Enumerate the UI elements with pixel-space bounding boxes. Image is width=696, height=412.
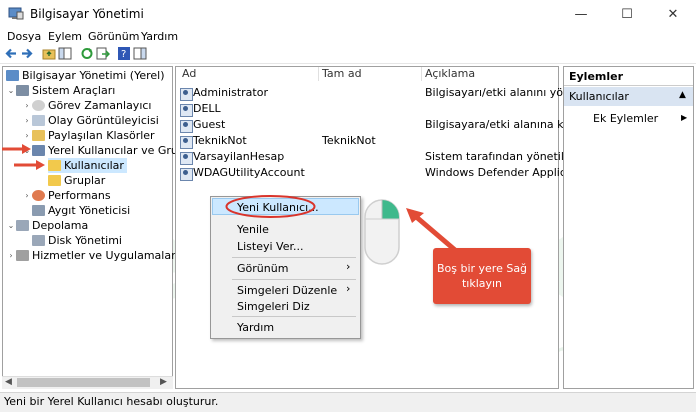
submenu-arrow-icon[interactable]: ▶	[681, 113, 687, 122]
menu-bar: Dosya Eylem Görünüm Yardım	[0, 28, 696, 46]
up-folder-icon[interactable]	[42, 47, 56, 60]
expander-icon[interactable]: ›	[22, 98, 32, 113]
context-item-simgeleri-diz[interactable]: Simgeleri Diz	[237, 300, 310, 313]
context-separator	[232, 316, 356, 317]
tree-item-gorev-zamanlayici[interactable]: › Görev Zamanlayıcı	[22, 98, 151, 113]
expander-icon[interactable]: ⌄	[6, 83, 16, 98]
tree-item-gruplar[interactable]: Gruplar	[48, 173, 105, 188]
highlight-ellipse	[225, 195, 316, 218]
user-icon	[180, 151, 193, 165]
device-manager-icon	[32, 205, 45, 216]
row-full-name: TeknikNot	[322, 134, 376, 147]
table-row[interactable]: Administrator	[180, 85, 268, 101]
tree-item-aygit-yoneticisi[interactable]: Aygıt Yöneticisi	[32, 203, 130, 218]
scrollbar-thumb[interactable]	[17, 378, 150, 387]
table-row[interactable]: WDAGUtilityAccount	[180, 165, 305, 181]
table-row[interactable]: TeknikNot	[180, 133, 247, 149]
storage-icon	[16, 220, 29, 231]
context-item-simgeleri-duzenle[interactable]: Simgeleri Düzenle	[237, 284, 337, 297]
collapse-chevron-icon[interactable]: ▲	[679, 90, 686, 100]
tree-item-hizmetler[interactable]: › Hizmetler ve Uygulamalar	[6, 248, 175, 263]
mouse-right-click-icon	[364, 199, 400, 265]
row-description: Bilgisayara/etki alanına ko...	[425, 118, 581, 131]
user-icon	[180, 119, 193, 133]
tree-item-olay-goruntuleyicisi[interactable]: › Olay Görüntüleyicisi	[22, 113, 158, 128]
actions-section-users[interactable]: Kullanıcılar	[564, 87, 693, 106]
submenu-arrow-icon: ›	[346, 260, 351, 273]
table-row[interactable]: DELL	[180, 101, 221, 117]
column-divider[interactable]	[421, 67, 422, 81]
user-icon	[180, 87, 193, 101]
user-icon	[180, 103, 193, 117]
maximize-button[interactable]: ☐	[604, 0, 650, 28]
expander-icon[interactable]: ›	[6, 248, 16, 263]
services-icon	[16, 250, 29, 261]
column-divider[interactable]	[318, 67, 319, 81]
help-icon[interactable]: ?	[117, 47, 131, 60]
expander-icon[interactable]: ›	[22, 113, 32, 128]
tools-icon	[16, 85, 29, 96]
submenu-arrow-icon: ›	[346, 282, 351, 295]
table-row[interactable]: Guest	[180, 117, 225, 133]
close-button[interactable]: ✕	[650, 0, 696, 28]
show-hide-tree-icon[interactable]	[58, 47, 72, 60]
actions-header: Eylemler	[564, 67, 693, 86]
context-item-yardim[interactable]: Yardım	[237, 321, 274, 334]
instruction-callout: Boş bir yere Sağ tıklayın	[433, 248, 531, 304]
forward-arrow-icon[interactable]	[20, 47, 34, 60]
clock-icon	[32, 100, 45, 111]
scroll-right-icon[interactable]: ▶	[160, 377, 167, 387]
disk-icon	[32, 235, 45, 246]
properties-pane-icon[interactable]	[133, 47, 147, 60]
row-description: Bilgisayarı/etki alanını yön...	[425, 86, 581, 99]
row-description: Windows Defender Applic...	[425, 166, 577, 179]
context-item-yenile[interactable]: Yenile	[237, 223, 269, 236]
status-text: Yeni bir Yerel Kullanıcı hesabı oluşturu…	[4, 395, 219, 408]
column-header-full-name[interactable]: Tam ad	[322, 67, 362, 80]
tree-item-disk-yonetimi[interactable]: Disk Yönetimi	[32, 233, 122, 248]
back-arrow-icon[interactable]	[4, 47, 18, 60]
tree-item-depolama[interactable]: ⌄ Depolama	[6, 218, 89, 233]
performance-icon	[32, 190, 45, 201]
export-list-icon[interactable]	[96, 47, 111, 60]
annotation-arrows	[2, 144, 45, 170]
minimize-button[interactable]: —	[558, 0, 604, 28]
expander-icon[interactable]: ⌄	[6, 218, 16, 233]
refresh-icon[interactable]	[80, 47, 94, 60]
menu-eylem[interactable]: Eylem	[48, 30, 82, 43]
window-title: Bilgisayar Yönetimi	[30, 7, 144, 21]
menu-gorunum[interactable]: Görünüm	[88, 30, 139, 43]
menu-dosya[interactable]: Dosya	[7, 30, 41, 43]
table-row[interactable]: VarsayilanHesap	[180, 149, 284, 165]
svg-text:?: ?	[121, 49, 126, 60]
context-separator	[232, 257, 356, 258]
toolbar: ?	[0, 45, 696, 64]
callout-line-2: tıklayın	[461, 277, 503, 290]
menu-yardim[interactable]: Yardım	[141, 30, 178, 43]
computer-icon	[6, 70, 19, 81]
user-icon	[180, 167, 193, 181]
event-viewer-icon	[32, 115, 45, 126]
scroll-left-icon[interactable]: ◀	[5, 377, 12, 387]
computer-management-icon	[8, 7, 24, 21]
context-item-gorunum[interactable]: Görünüm	[237, 262, 288, 275]
tree-item-sistem-araclari[interactable]: ⌄ Sistem Araçları	[6, 83, 116, 98]
column-header-description[interactable]: Açıklama	[425, 67, 475, 80]
expander-icon[interactable]: ›	[22, 188, 32, 203]
actions-more[interactable]: Ek Eylemler	[593, 112, 658, 125]
tree-item-performans[interactable]: › Performans	[22, 188, 110, 203]
folder-icon	[48, 175, 61, 186]
column-header-name[interactable]: Ad	[182, 67, 196, 80]
tree-root[interactable]: Bilgisayar Yönetimi (Yerel)	[6, 68, 165, 83]
row-description: Sistem tarafından yönetile...	[425, 150, 582, 163]
context-separator	[232, 279, 356, 280]
callout-line-1: Boş bir yere Sağ	[436, 262, 528, 275]
context-item-listeyi-ver[interactable]: Listeyi Ver...	[237, 240, 304, 253]
user-icon	[180, 135, 193, 149]
